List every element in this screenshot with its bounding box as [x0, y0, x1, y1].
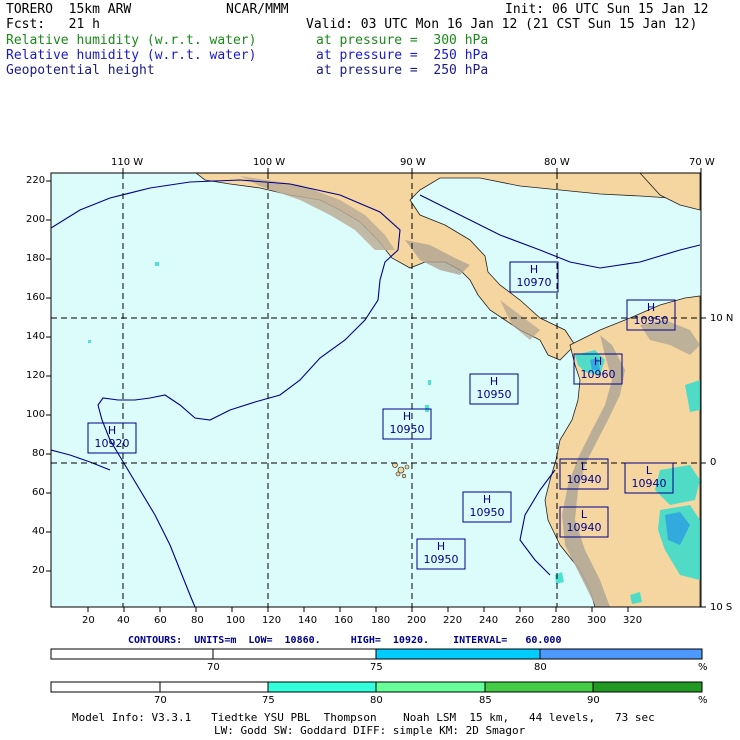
high-marker: H 10970: [516, 263, 552, 289]
weather-map: [46, 168, 706, 612]
colorbar-2-label: 85: [479, 695, 492, 706]
high-marker: H 10950: [423, 540, 459, 566]
high-marker: H 10920: [94, 424, 130, 450]
low-marker: L 10940: [631, 464, 667, 490]
model-info-line-2: LW: Godd SW: Goddard DIFF: simple KM: 2D…: [214, 724, 526, 737]
colorbar-2-unit: %: [698, 695, 708, 706]
colorbar-2-label: 90: [587, 695, 600, 706]
colorbar-2-label: 75: [262, 695, 275, 706]
colorbar-1-label: 80: [534, 662, 547, 673]
high-marker: H 10960: [580, 355, 616, 381]
colorbar-2-label: 80: [370, 695, 383, 706]
colorbar-1-label: 70: [207, 662, 220, 673]
colorbar-1-label: 75: [370, 662, 383, 673]
colorbar-2-label: 70: [154, 695, 167, 706]
colorbar-1-unit: %: [698, 662, 708, 673]
high-marker: H 10950: [389, 410, 425, 436]
low-marker: L 10940: [566, 508, 602, 534]
high-marker: H 10950: [633, 301, 669, 327]
high-marker: H 10950: [469, 493, 505, 519]
low-marker: L 10940: [566, 460, 602, 486]
high-marker: H 10950: [476, 375, 512, 401]
contours-info: CONTOURS: UNITS=m LOW= 10860. HIGH= 1092…: [128, 635, 562, 646]
model-info-line-1: Model Info: V3.3.1 Tiedtke YSU PBL Thomp…: [72, 711, 655, 724]
